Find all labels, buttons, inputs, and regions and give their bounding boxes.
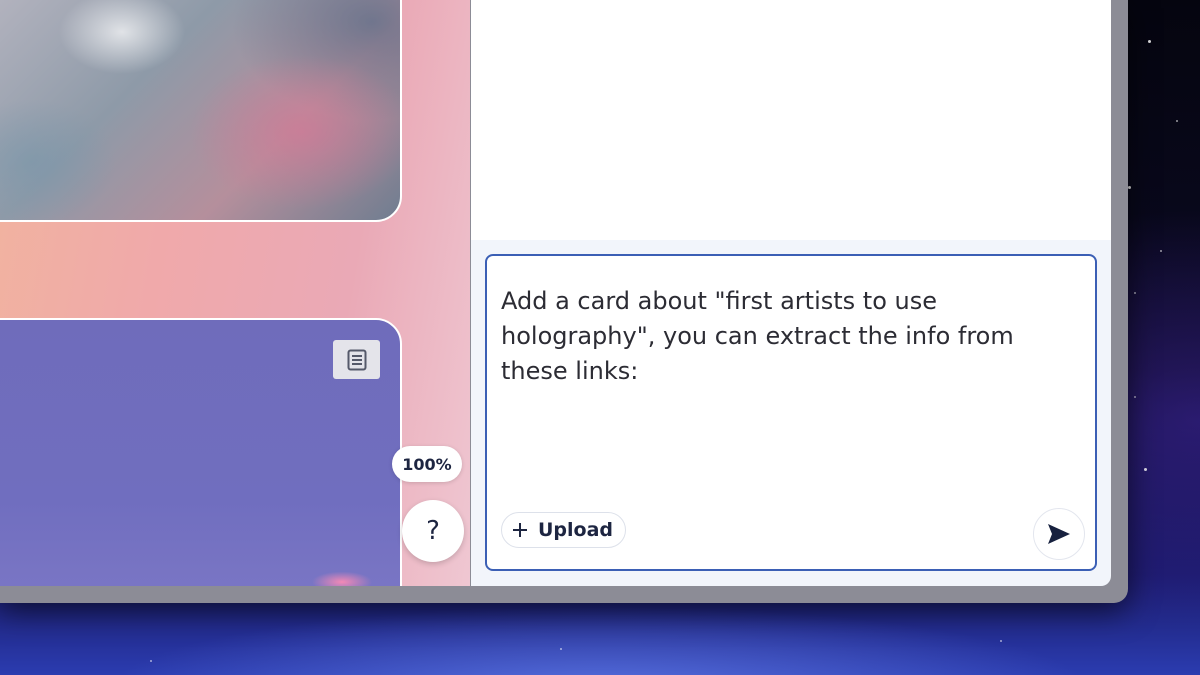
- note-icon: [347, 349, 366, 370]
- star: [1128, 186, 1131, 189]
- send-icon: [1048, 524, 1070, 544]
- upload-button[interactable]: Upload: [501, 512, 627, 548]
- star: [150, 660, 152, 662]
- plus-icon: [513, 523, 527, 537]
- star: [1160, 250, 1162, 252]
- message-area: [471, 0, 1111, 240]
- prompt-input[interactable]: Add a card about "first artists to use h…: [501, 284, 1085, 474]
- star: [1000, 640, 1002, 642]
- zoom-level-label: 100%: [402, 454, 452, 474]
- star: [560, 648, 562, 650]
- help-button[interactable]: ?: [402, 500, 464, 562]
- star: [1144, 468, 1147, 471]
- star: [1148, 40, 1151, 43]
- upload-label: Upload: [538, 519, 614, 541]
- star: [1134, 292, 1136, 294]
- star: [1176, 120, 1178, 122]
- note-button[interactable]: [333, 340, 380, 379]
- canvas-area[interactable]: 100% ?: [0, 0, 470, 586]
- prompt-composer[interactable]: Add a card about "first artists to use h…: [485, 254, 1097, 571]
- send-button[interactable]: [1033, 508, 1085, 560]
- help-label: ?: [426, 516, 440, 546]
- image-card-holographic[interactable]: [0, 0, 402, 222]
- app-window: 100% ? Add a card about "first artists t…: [0, 0, 1128, 603]
- chat-panel: Add a card about "first artists to use h…: [471, 0, 1111, 586]
- zoom-level-button[interactable]: 100%: [392, 446, 462, 482]
- star: [1134, 396, 1136, 398]
